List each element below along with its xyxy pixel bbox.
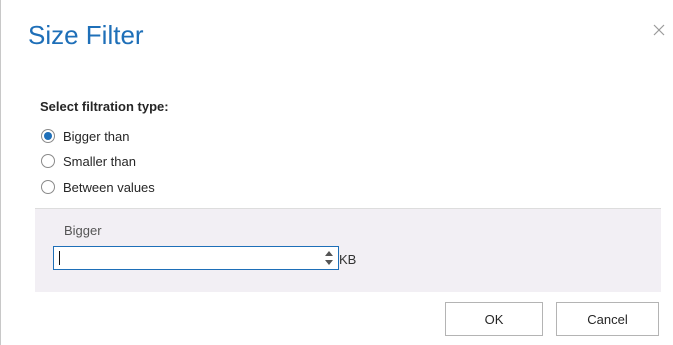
radio-between-values[interactable]: Between values [41,177,155,197]
text-caret [59,251,60,265]
unit-label: KB [339,252,357,267]
close-icon [651,22,667,38]
radio-button-selected[interactable] [41,129,55,143]
radio-bigger-than[interactable]: Bigger than [41,126,130,146]
ok-button[interactable]: OK [445,302,543,336]
spin-up-icon[interactable] [325,251,333,256]
radio-label: Smaller than [63,153,136,169]
cancel-button[interactable]: Cancel [556,302,659,336]
dialog-title: Size Filter [28,20,144,50]
radio-button[interactable] [41,180,55,194]
spin-down-icon[interactable] [325,260,333,265]
size-filter-dialog: Size Filter Select filtration type: Bigg… [0,0,673,345]
close-button[interactable] [651,22,667,38]
value-panel: Bigger KB [35,208,661,292]
number-spinner[interactable] [324,249,334,267]
filtration-type-label: Select filtration type: [40,99,169,114]
radio-button[interactable] [41,154,55,168]
bigger-field-label: Bigger [64,223,102,238]
size-input[interactable] [54,247,318,269]
radio-label: Bigger than [63,128,130,144]
radio-dot [44,132,52,140]
radio-label: Between values [63,179,155,195]
radio-smaller-than[interactable]: Smaller than [41,151,136,171]
size-number-input[interactable] [53,246,339,270]
